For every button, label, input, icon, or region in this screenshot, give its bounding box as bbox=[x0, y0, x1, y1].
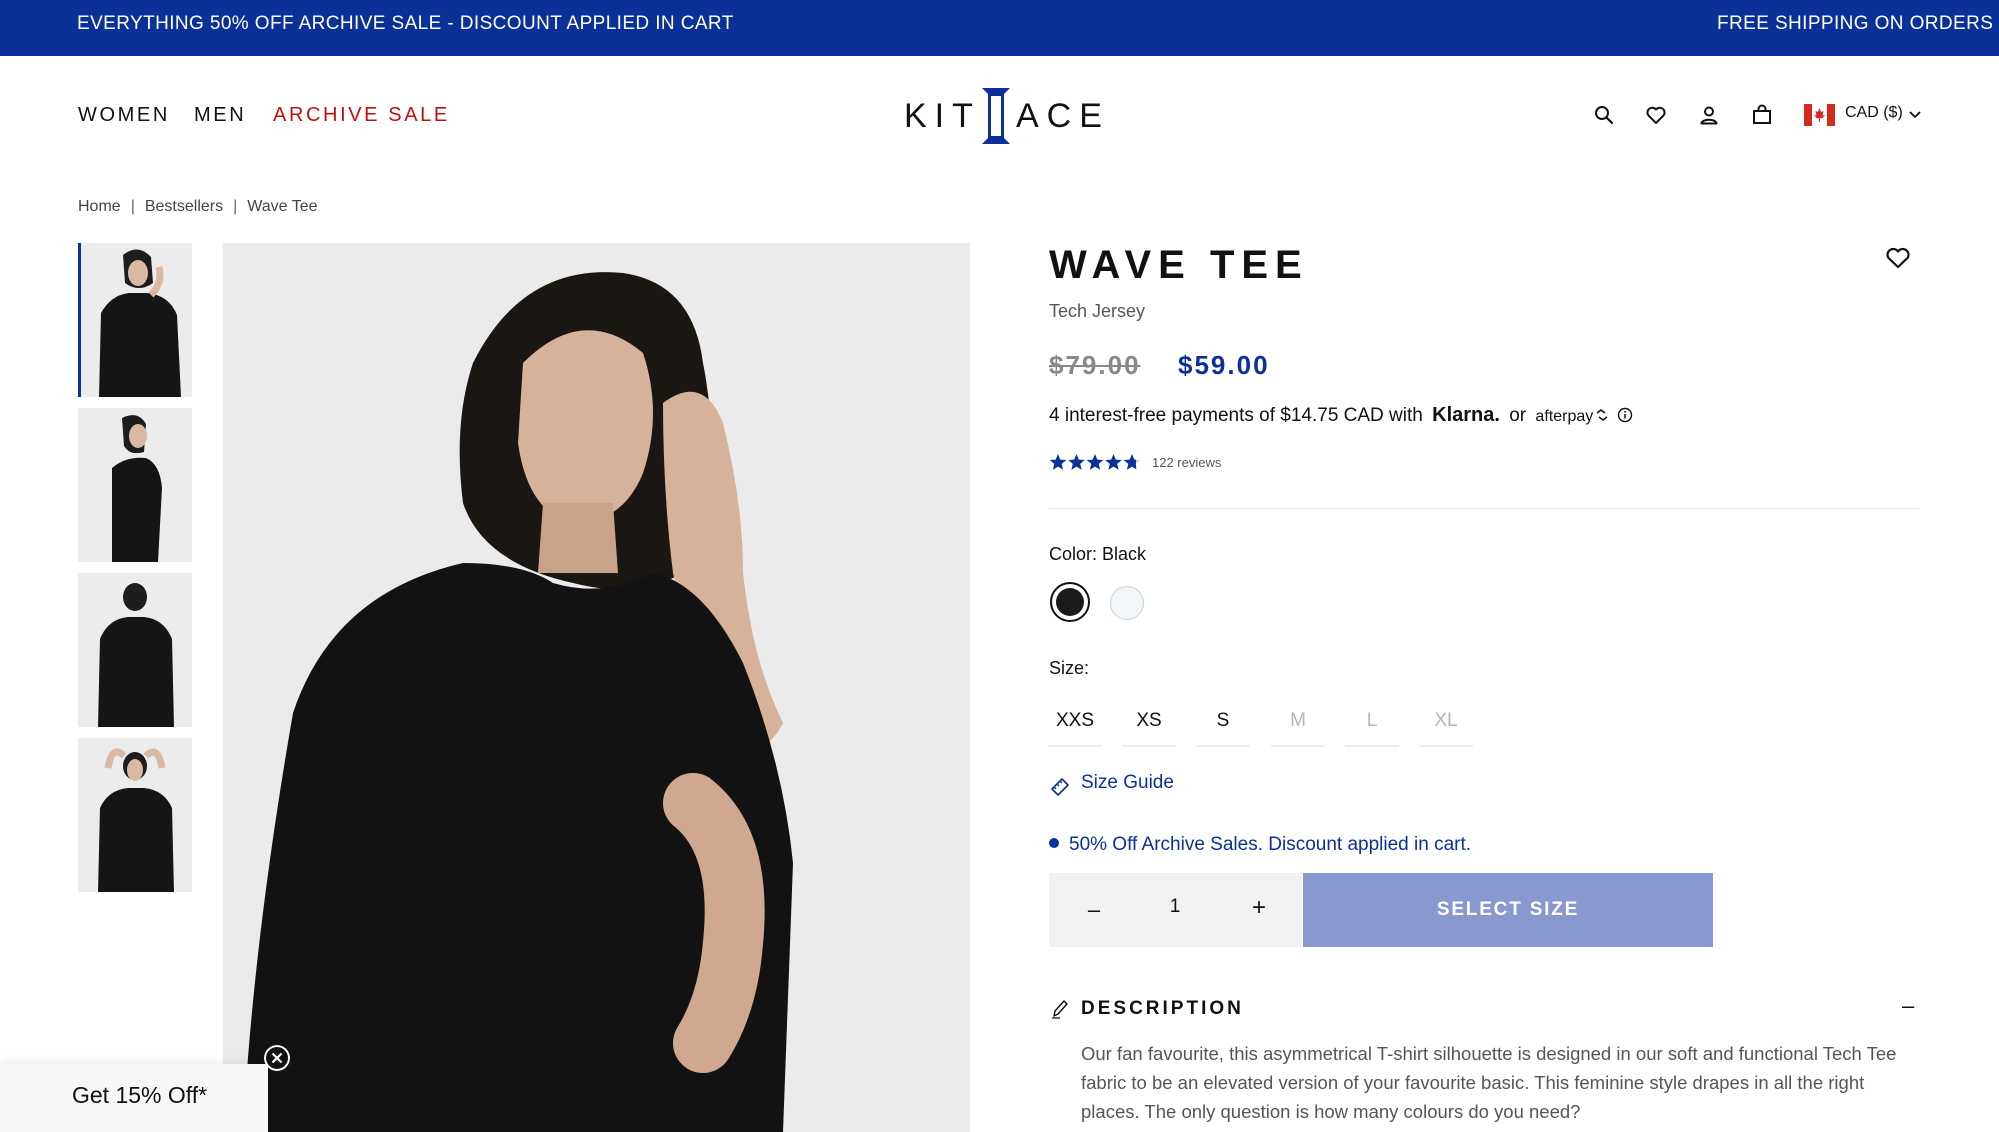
currency-selector[interactable]: CAD ($) bbox=[1845, 104, 1903, 122]
original-price: $79.00 bbox=[1049, 350, 1141, 380]
logo-text-right: ACE bbox=[1016, 97, 1110, 135]
divider bbox=[1049, 508, 1919, 509]
size-option-s[interactable]: S bbox=[1196, 707, 1250, 747]
klarna-logo[interactable]: Klarna. bbox=[1432, 404, 1500, 426]
chevron-down-icon[interactable] bbox=[1908, 108, 1922, 122]
main-product-image[interactable] bbox=[223, 243, 970, 1132]
quantity-value[interactable]: 1 bbox=[1157, 896, 1193, 918]
sale-price: $59.00 bbox=[1178, 350, 1270, 380]
star-icon bbox=[1049, 454, 1067, 470]
promo-text: 50% Off Archive Sales. Discount applied … bbox=[1069, 834, 1472, 855]
search-icon[interactable] bbox=[1593, 104, 1615, 126]
nav-archive-sale[interactable]: ARCHIVE SALE bbox=[273, 104, 450, 127]
color-swatch-black[interactable] bbox=[1050, 582, 1090, 622]
nav-men[interactable]: MEN bbox=[194, 104, 246, 127]
star-icon bbox=[1086, 454, 1104, 470]
installment-or: or bbox=[1509, 405, 1527, 426]
size-guide-label: Size Guide bbox=[1081, 772, 1174, 793]
brand-logo[interactable]: KIT ACE bbox=[904, 86, 1102, 146]
size-option-m[interactable]: M bbox=[1271, 707, 1325, 747]
model-photo bbox=[223, 243, 970, 1132]
account-icon[interactable] bbox=[1698, 104, 1720, 126]
nav-women[interactable]: WOMEN bbox=[78, 104, 170, 127]
quantity-increase-button[interactable]: + bbox=[1244, 893, 1274, 923]
size-guide-link[interactable]: Size Guide bbox=[1049, 772, 1174, 796]
model-thumbnail-image bbox=[78, 573, 192, 727]
reviews-link[interactable]: 122 reviews bbox=[1152, 455, 1221, 470]
product-title: WAVE TEE bbox=[1049, 243, 1309, 287]
color-label: Color: Black bbox=[1049, 544, 1147, 564]
thumbnail-back[interactable] bbox=[78, 573, 192, 727]
description-collapse-button[interactable]: – bbox=[1902, 993, 1914, 1019]
description-heading[interactable]: DESCRIPTION bbox=[1081, 998, 1244, 1020]
thumbnail-arms-up[interactable] bbox=[78, 738, 192, 892]
pen-icon bbox=[1052, 1000, 1068, 1019]
installment-text: 4 interest-free payments of $14.75 CAD w… bbox=[1049, 405, 1423, 426]
thumbnail-front[interactable] bbox=[78, 243, 192, 397]
size-option-l[interactable]: L bbox=[1345, 707, 1399, 747]
canada-flag-icon[interactable] bbox=[1804, 104, 1835, 126]
product-subtitle: Tech Jersey bbox=[1049, 301, 1146, 321]
description-text: Our fan favourite, this asymmetrical T-s… bbox=[1081, 1043, 1897, 1122]
announcement-sale-text: EVERYTHING 50% OFF ARCHIVE SALE - DISCOU… bbox=[77, 13, 734, 34]
model-thumbnail-image bbox=[78, 738, 192, 892]
select-size-button[interactable]: SELECT SIZE bbox=[1303, 873, 1713, 947]
breadcrumb-bestsellers[interactable]: Bestsellers bbox=[145, 198, 223, 215]
model-thumbnail-image bbox=[81, 243, 192, 397]
add-to-wishlist-heart-icon[interactable] bbox=[1884, 246, 1912, 270]
breadcrumb: Home | Bestsellers | Wave Tee bbox=[78, 198, 318, 216]
logo-mark-icon bbox=[982, 88, 1010, 144]
installment-message: 4 interest-free payments of $14.75 CAD w… bbox=[1049, 404, 1609, 427]
wishlist-heart-icon[interactable] bbox=[1645, 104, 1667, 126]
rating-stars[interactable] bbox=[1049, 453, 1141, 471]
close-icon[interactable] bbox=[264, 1045, 290, 1071]
discount-popup-text[interactable]: Get 15% Off* bbox=[72, 1082, 207, 1109]
thumbnail-side[interactable] bbox=[78, 408, 192, 562]
size-label: Size: bbox=[1049, 658, 1090, 678]
star-icon bbox=[1105, 454, 1122, 470]
breadcrumb-home[interactable]: Home bbox=[78, 198, 121, 215]
star-icon bbox=[1068, 454, 1085, 470]
promo-dot-icon bbox=[1049, 838, 1059, 848]
breadcrumb-separator: | bbox=[130, 198, 135, 215]
afterpay-arrows-icon bbox=[1596, 409, 1608, 421]
breadcrumb-separator: | bbox=[233, 198, 238, 215]
breadcrumb-current: Wave Tee bbox=[247, 198, 318, 215]
afterpay-logo[interactable]: afterpay bbox=[1535, 408, 1593, 425]
announcement-bar: EVERYTHING 50% OFF ARCHIVE SALE - DISCOU… bbox=[0, 0, 1999, 56]
announcement-shipping-text: FREE SHIPPING ON ORDERS C bbox=[1717, 13, 1999, 34]
quantity-stepper: – 1 + bbox=[1049, 873, 1302, 947]
ruler-icon bbox=[1051, 778, 1069, 796]
info-icon[interactable] bbox=[1617, 407, 1633, 423]
size-option-xl[interactable]: XL bbox=[1419, 707, 1473, 747]
promo-message: 50% Off Archive Sales. Discount applied … bbox=[1049, 834, 1471, 856]
shopping-bag-icon[interactable] bbox=[1751, 104, 1773, 126]
color-swatch-white[interactable] bbox=[1110, 586, 1144, 620]
logo-text-left: KIT bbox=[904, 97, 981, 135]
model-thumbnail-image bbox=[78, 408, 192, 562]
size-option-xs[interactable]: XS bbox=[1122, 707, 1176, 747]
quantity-decrease-button[interactable]: – bbox=[1079, 895, 1109, 925]
size-option-xxs[interactable]: XXS bbox=[1048, 707, 1102, 747]
